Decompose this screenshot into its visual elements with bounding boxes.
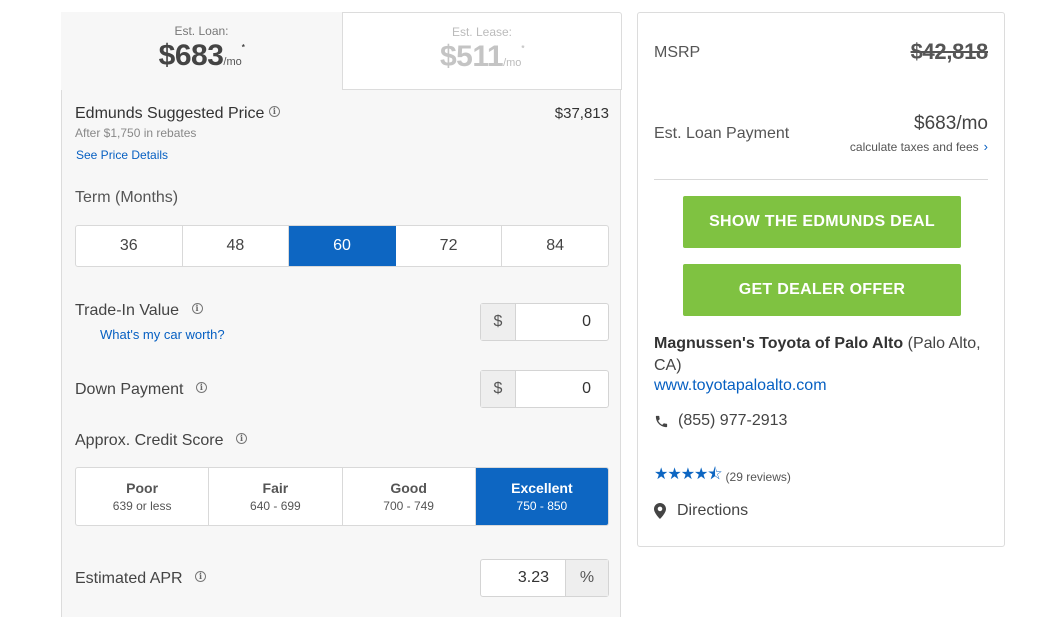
term-option-48[interactable]: 48 — [183, 226, 290, 266]
term-option-84[interactable]: 84 — [502, 226, 608, 266]
suggested-price-title: Edmunds Suggested Price — [75, 105, 265, 122]
dollar-prefix: $ — [481, 304, 516, 340]
term-option-36[interactable]: 36 — [76, 226, 183, 266]
whats-my-car-worth-link[interactable]: What's my car worth? — [100, 327, 225, 342]
phone-icon — [655, 415, 668, 427]
suggested-price-section: Edmunds Suggested Price i $37,813 After … — [75, 105, 609, 162]
dealer-name[interactable]: Magnussen's Toyota of Palo Alto — [654, 335, 903, 352]
directions-link[interactable]: Directions — [654, 502, 748, 520]
trade-in-label: Trade-In Value — [75, 302, 180, 319]
dealer-rating[interactable]: ★★★★⯪ (29 reviews) — [654, 463, 791, 490]
loan-payment-value: $683/mo — [914, 113, 988, 134]
apr-value[interactable]: 3.23 — [481, 560, 565, 596]
info-icon[interactable]: i — [195, 382, 207, 394]
credit-score-selector: Poor 639 or less Fair 640 - 699 Good 700… — [75, 467, 609, 526]
trade-in-input[interactable]: $ 0 — [480, 303, 609, 341]
dollar-prefix: $ — [481, 371, 516, 407]
loan-payment-label: Est. Loan Payment — [654, 125, 790, 142]
directions-label: Directions — [677, 502, 749, 519]
credit-option-good[interactable]: Good 700 - 749 — [343, 468, 476, 525]
dealer-info: Magnussen's Toyota of Palo Alto (Palo Al… — [654, 333, 994, 377]
tab-est-loan[interactable]: Est. Loan: $683/mo* — [61, 12, 342, 90]
calculate-taxes-link[interactable]: calculate taxes and fees › — [850, 139, 988, 154]
suggested-price-value: $37,813 — [554, 105, 609, 122]
trade-in-label-row: Trade-In Value i — [75, 302, 203, 320]
show-edmunds-deal-button[interactable]: SHOW THE EDMUNDS DEAL — [683, 196, 961, 248]
apr-input[interactable]: 3.23 % — [480, 559, 609, 597]
rebate-note: After $1,750 in rebates — [75, 126, 197, 140]
loan-calculator-panel: Est. Loan: $683/mo* Est. Lease: $511/mo*… — [61, 12, 622, 617]
see-price-details-link[interactable]: See Price Details — [76, 148, 609, 162]
credit-score-label: Approx. Credit Score — [75, 432, 224, 449]
dealer-website-link[interactable]: www.toyotapaloalto.com — [654, 377, 827, 395]
term-option-60[interactable]: 60 — [289, 226, 396, 266]
down-payment-label-row: Down Payment i — [75, 381, 207, 399]
percent-suffix: % — [565, 560, 608, 596]
apr-label: Estimated APR — [75, 570, 183, 587]
tab-lease-value: $511/mo* — [439, 40, 525, 73]
down-payment-value[interactable]: 0 — [516, 371, 608, 407]
tab-loan-label: Est. Loan: — [174, 24, 229, 38]
chevron-right-icon: › — [983, 139, 988, 154]
term-selector: 36 48 60 72 84 — [75, 225, 609, 267]
review-count: (29 reviews) — [725, 469, 791, 484]
info-icon[interactable]: i — [191, 303, 203, 315]
divider — [654, 179, 988, 180]
dealer-phone: (855) 977-2913 — [678, 412, 788, 429]
star-rating-icon: ★★★★⯪ — [654, 466, 723, 483]
tab-lease-label: Est. Lease: — [451, 25, 513, 39]
msrp-label: MSRP — [654, 44, 701, 61]
down-payment-label: Down Payment — [75, 381, 184, 398]
credit-option-poor[interactable]: Poor 639 or less — [76, 468, 210, 525]
term-label: Term (Months) — [75, 189, 179, 206]
apr-label-row: Estimated APR i — [75, 570, 207, 588]
credit-option-fair[interactable]: Fair 640 - 699 — [209, 468, 343, 525]
price-summary-panel: MSRP $42,818 Est. Loan Payment $683/mo c… — [637, 12, 1005, 547]
dealer-phone-row[interactable]: (855) 977-2913 — [654, 412, 787, 430]
info-icon[interactable]: i — [195, 571, 207, 583]
get-dealer-offer-button[interactable]: GET DEALER OFFER — [683, 264, 961, 316]
tab-est-lease[interactable]: Est. Lease: $511/mo* — [342, 12, 622, 90]
info-icon[interactable]: i — [235, 433, 247, 445]
trade-in-value[interactable]: 0 — [516, 304, 608, 340]
tab-loan-value: $683/mo* — [158, 39, 245, 72]
term-option-72[interactable]: 72 — [396, 226, 503, 266]
msrp-value: $42,818 — [910, 39, 989, 64]
info-icon[interactable]: i — [268, 106, 280, 118]
down-payment-input[interactable]: $ 0 — [480, 370, 609, 408]
credit-option-excellent[interactable]: Excellent 750 - 850 — [475, 468, 608, 525]
credit-score-label-row: Approx. Credit Score i — [75, 432, 247, 450]
map-pin-icon — [654, 503, 666, 519]
